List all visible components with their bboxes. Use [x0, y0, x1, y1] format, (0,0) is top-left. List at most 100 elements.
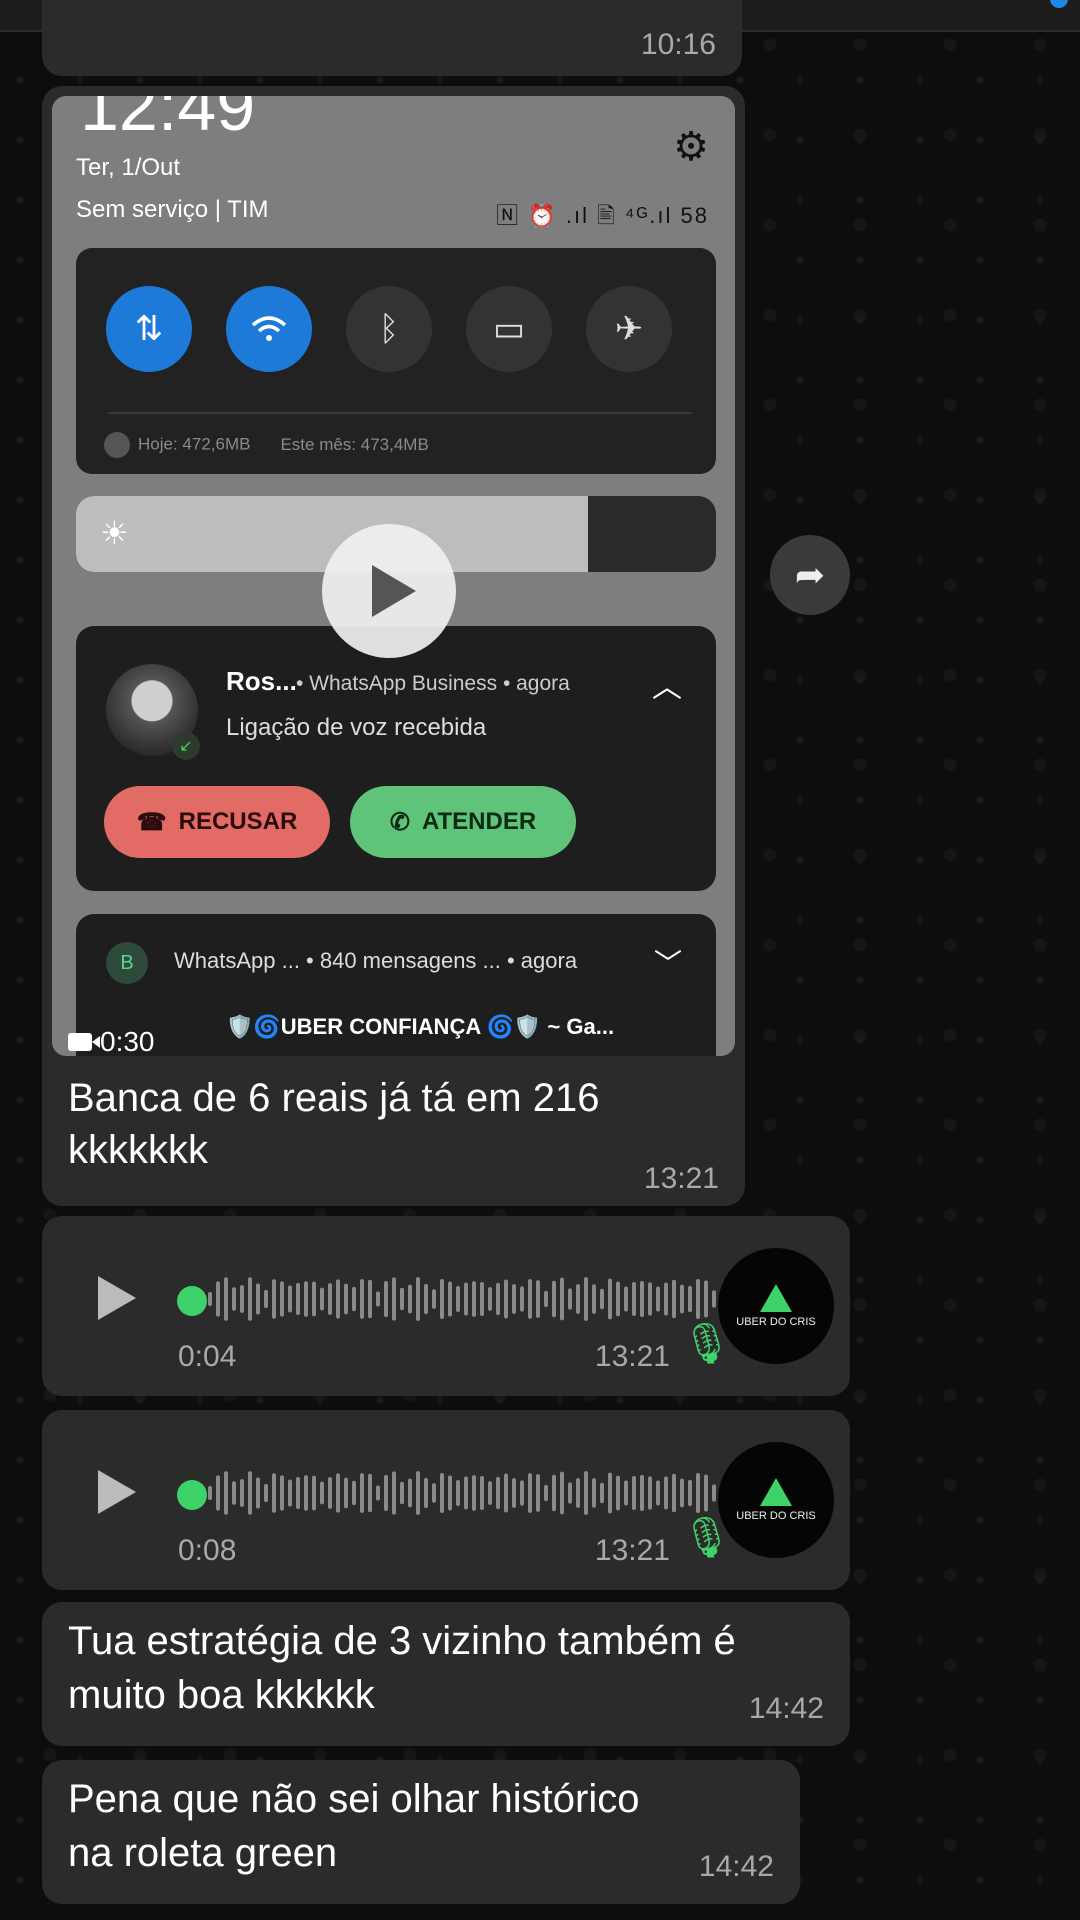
play-icon[interactable]	[98, 1276, 136, 1320]
waveform-bar	[248, 1471, 252, 1515]
waveform-bar	[616, 1475, 620, 1511]
waveform-bar	[440, 1278, 444, 1320]
waveform-bar	[632, 1476, 636, 1510]
waveform-bar	[408, 1284, 412, 1314]
waveform-bar	[248, 1277, 252, 1321]
waveform-bar	[528, 1473, 532, 1513]
waveform-bar	[208, 1292, 212, 1306]
waveform-bar	[464, 1282, 468, 1316]
call-badge-icon: ↙	[172, 732, 200, 760]
waveform-bar	[304, 1475, 308, 1511]
waveform-bar	[640, 1475, 644, 1511]
waveform-bar	[344, 1283, 348, 1315]
waveform-bar	[360, 1473, 364, 1513]
text-message-bubble[interactable]: Pena que não sei olhar histórico na role…	[42, 1760, 800, 1904]
waveform-bar	[440, 1472, 444, 1514]
waveform-bar	[328, 1477, 332, 1509]
waveform-bar	[592, 1478, 596, 1508]
waveform-bar	[216, 1475, 220, 1511]
previous-message-bubble[interactable]: 10:16	[42, 0, 742, 76]
waveform-bar	[376, 1291, 380, 1307]
audio-duration: 0:04	[178, 1340, 237, 1373]
sender-avatar[interactable]: UBER DO CRIS	[718, 1248, 834, 1364]
waveform-bar	[672, 1279, 676, 1319]
wa-notif-meta: WhatsApp ... • 840 mensagens ... • agora	[174, 948, 578, 973]
waveform-bar	[616, 1281, 620, 1317]
waveform-bar	[224, 1277, 228, 1321]
play-icon[interactable]	[98, 1470, 136, 1514]
phone-icon: ✆	[389, 808, 410, 836]
play-video-button[interactable]	[322, 524, 456, 658]
voice-message-bubble[interactable]: 0:04 13:21 UBER DO CRIS 🎙	[42, 1216, 850, 1396]
message-time: 13:21	[594, 1534, 670, 1567]
header-indicator	[1050, 0, 1068, 8]
waveform-bar	[208, 1486, 212, 1500]
waveform-bar	[656, 1480, 660, 1506]
waveform-bar	[496, 1476, 500, 1510]
whatsapp-business-icon: B	[106, 942, 148, 984]
waveform-bar	[704, 1280, 708, 1318]
audio-waveform[interactable]	[200, 1458, 720, 1528]
waveform-bar	[256, 1283, 260, 1315]
waveform-bar	[712, 1484, 716, 1502]
waveform-bar	[608, 1472, 612, 1514]
waveform-bar	[648, 1282, 652, 1316]
play-icon	[372, 565, 416, 617]
waveform-bar	[672, 1473, 676, 1513]
waveform-bar	[384, 1281, 388, 1317]
video-message-bubble[interactable]: 12:49 Ter, 1/Out Sem serviço | TIM ⚙ 🄽 ⏰…	[42, 86, 745, 1206]
waveform-bar	[240, 1479, 244, 1507]
video-thumbnail[interactable]: 12:49 Ter, 1/Out Sem serviço | TIM ⚙ 🄽 ⏰…	[52, 96, 735, 1056]
waveform-bar	[448, 1281, 452, 1317]
waveform-bar	[240, 1285, 244, 1313]
chevron-up-icon: ︿	[652, 671, 682, 704]
sender-avatar[interactable]: UBER DO CRIS	[718, 1442, 834, 1558]
audio-seek-knob[interactable]	[177, 1286, 207, 1316]
waveform-bar	[432, 1289, 436, 1309]
audio-waveform[interactable]	[200, 1264, 720, 1334]
waveform-bar	[568, 1288, 572, 1310]
screenshot-carrier: Sem serviço | TIM	[76, 196, 269, 223]
whatsapp-notification: B WhatsApp ... • 840 mensagens ... • ago…	[76, 914, 716, 1056]
waveform-bar	[560, 1471, 564, 1515]
waveform-bar	[712, 1290, 716, 1308]
waveform-bar	[680, 1284, 684, 1314]
waveform-bar	[336, 1279, 340, 1319]
text-message-bubble[interactable]: Tua estratégia de 3 vizinho também é mui…	[42, 1602, 850, 1746]
waveform-bar	[320, 1287, 324, 1311]
waveform-bar	[392, 1277, 396, 1321]
airplane-icon: ✈	[586, 286, 672, 372]
forward-icon[interactable]: ➦	[770, 535, 850, 615]
waveform-bar	[360, 1279, 364, 1319]
data-icon	[104, 432, 130, 458]
waveform-bar	[656, 1286, 660, 1312]
wa-group-name: 🛡️🌀UBER CONFIANÇA 🌀🛡️ ~ Ga...	[226, 1014, 615, 1039]
waveform-bar	[472, 1475, 476, 1511]
waveform-bar	[536, 1474, 540, 1512]
waveform-bar	[336, 1473, 340, 1513]
waveform-bar	[536, 1280, 540, 1318]
voice-message-bubble[interactable]: 0:08 13:21 UBER DO CRIS 🎙	[42, 1410, 850, 1590]
screenshot-clock: 12:49	[80, 96, 256, 145]
waveform-bar	[600, 1288, 604, 1310]
data-today: Hoje: 472,6MB	[104, 432, 250, 458]
waveform-bar	[400, 1287, 404, 1311]
waveform-bar	[520, 1480, 524, 1506]
waveform-bar	[584, 1277, 588, 1321]
waveform-bar	[264, 1289, 268, 1309]
waveform-bar	[648, 1476, 652, 1510]
waveform-bar	[432, 1483, 436, 1503]
audio-seek-knob[interactable]	[177, 1480, 207, 1510]
waveform-bar	[512, 1284, 516, 1314]
message-time: 13:21	[594, 1340, 670, 1373]
waveform-bar	[504, 1279, 508, 1319]
video-caption: Banca de 6 reais já tá em 216 kkkkkkk	[68, 1076, 600, 1172]
waveform-bar	[456, 1285, 460, 1313]
waveform-bar	[488, 1481, 492, 1505]
refuse-call-button: ☎ RECUSAR	[104, 786, 330, 858]
waveform-bar	[608, 1278, 612, 1320]
waveform-bar	[288, 1479, 292, 1507]
quick-settings-panel: ⇅ ᛒ ▭ ✈ Hoje: 472,6MB Este mês: 473,4MB	[76, 248, 716, 474]
waveform-bar	[488, 1287, 492, 1311]
message-time: 14:42	[698, 1850, 774, 1883]
